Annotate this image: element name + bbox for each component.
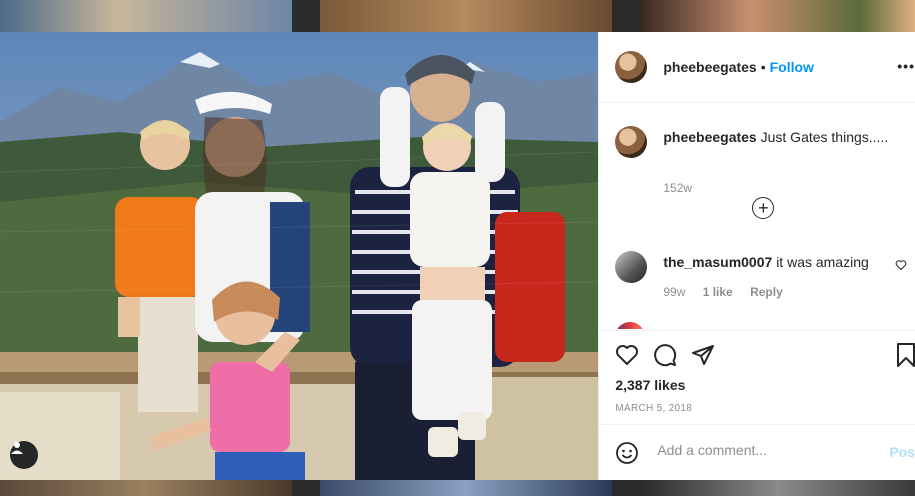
comment-likes-link[interactable]: 1 like — [703, 285, 733, 299]
more-options-icon[interactable]: ••• — [897, 58, 915, 74]
heart-icon[interactable] — [895, 259, 907, 271]
user-icon — [11, 442, 23, 454]
follow-button[interactable]: Follow — [770, 59, 814, 75]
plus-circle-icon: + — [758, 198, 769, 218]
author-username[interactable]: pheebeegates — [663, 59, 756, 75]
comment-username[interactable]: the_masum0007 — [663, 254, 772, 270]
paper-plane-icon[interactable] — [691, 343, 715, 367]
comment-age: 99w — [663, 285, 686, 299]
family-photo-illustration — [0, 32, 599, 480]
action-icons — [615, 343, 715, 367]
post-actions: 2,387 likes MARCH 5, 2018 — [599, 330, 915, 425]
heart-icon[interactable] — [615, 343, 639, 367]
avatar[interactable] — [615, 322, 646, 329]
grid-thumbnail[interactable] — [641, 0, 915, 32]
grid-thumbnail[interactable] — [0, 0, 292, 32]
comments-list[interactable]: pheebeegates Just Gates things..... 152w… — [599, 103, 915, 329]
smiley-icon[interactable] — [615, 441, 639, 465]
comment-text: the_masum0007 it was amazing — [663, 254, 868, 270]
add-comment-bar: Post — [599, 424, 915, 481]
post-comment-button[interactable]: Post — [889, 444, 915, 460]
tagged-users-button[interactable] — [10, 441, 38, 469]
avatar[interactable] — [615, 251, 648, 283]
caption-username[interactable]: pheebeegates — [663, 129, 756, 145]
bookmark-icon[interactable] — [897, 343, 915, 367]
avatar[interactable] — [615, 51, 648, 83]
post-photo[interactable] — [0, 32, 599, 480]
likes-count[interactable]: 2,387 likes — [615, 377, 685, 393]
caption-text: pheebeegates Just Gates things..... — [663, 129, 888, 145]
post-header: pheebeegates • Follow ••• — [599, 32, 915, 103]
grid-thumbnail[interactable] — [0, 480, 292, 496]
caption-age: 152w — [663, 181, 693, 195]
comment-icon[interactable] — [653, 343, 677, 367]
avatar[interactable] — [615, 126, 648, 158]
caption-body: Just Gates things..... — [760, 129, 889, 145]
post-date: MARCH 5, 2018 — [615, 403, 693, 414]
load-more-comments-button[interactable]: + — [752, 197, 775, 219]
post-modal: pheebeegates • Follow ••• pheebeegates J… — [0, 32, 915, 480]
reply-button[interactable]: Reply — [750, 285, 783, 299]
comment-body: it was amazing — [776, 254, 869, 270]
grid-thumbnail[interactable] — [641, 480, 915, 496]
separator-dot: • — [760, 59, 766, 75]
comment-input[interactable] — [655, 441, 860, 459]
grid-thumbnail[interactable] — [320, 480, 612, 496]
comment-meta: 99w 1 like Reply — [663, 285, 796, 299]
grid-thumbnail[interactable] — [320, 0, 612, 32]
post-details-panel: pheebeegates • Follow ••• pheebeegates J… — [598, 32, 915, 480]
